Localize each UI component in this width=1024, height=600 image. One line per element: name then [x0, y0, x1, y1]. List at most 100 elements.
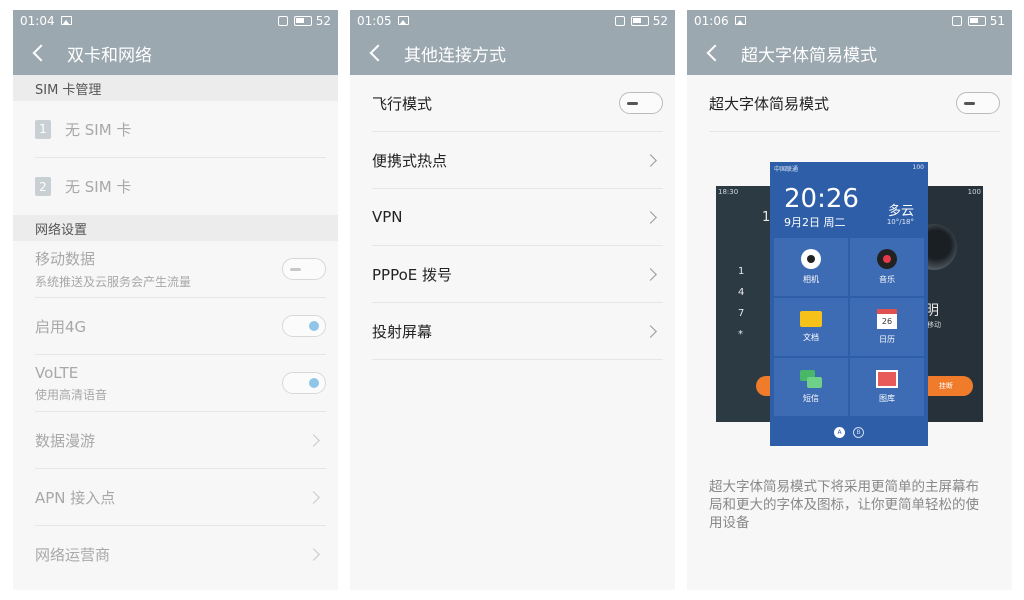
caller-partial-name: 明: [927, 303, 939, 319]
volte-sub: 使用高清语音: [35, 387, 108, 402]
status-bar: 01:06 51: [687, 10, 1012, 31]
title-bar: 其他连接方式: [350, 31, 675, 75]
gallery-icon: [876, 370, 898, 388]
enable-4g-row[interactable]: 启用4G: [35, 298, 326, 355]
mobile-data-sub: 系统推送及云服务会产生流量: [35, 275, 192, 289]
battery-level: 52: [652, 13, 668, 28]
sim-slot-1[interactable]: 1 无 SIM 卡: [35, 101, 326, 158]
title-bar: 超大字体简易模式: [687, 31, 1012, 75]
network-operator-label: 网络运营商: [35, 546, 111, 564]
dialer-digit: 4: [738, 287, 745, 298]
volte-row[interactable]: VoLTE 使用高清语音: [35, 355, 326, 412]
screen-other-connections: 01:05 52 其他连接方式 飞行模式 便携式热点 VPN PPPoE 拨号 …: [350, 10, 675, 590]
status-time: 01:05: [357, 13, 392, 28]
title-bar: 双卡和网络: [13, 31, 338, 75]
battery-icon: [293, 15, 312, 26]
status-bar: 01:05 52: [350, 10, 675, 31]
mobile-data-toggle[interactable]: [282, 258, 326, 280]
preview-signal: 100: [912, 164, 924, 171]
music-icon: [877, 249, 897, 269]
dialer-digit: *: [738, 329, 743, 340]
sim-slot-label: 无 SIM 卡: [65, 178, 132, 196]
hotspot-label: 便携式热点: [372, 151, 448, 170]
sim-status-icon: [277, 15, 288, 26]
sim-slot-badge: 2: [35, 177, 51, 196]
calendar-icon: 26: [877, 309, 897, 329]
vpn-row[interactable]: VPN: [372, 189, 663, 246]
apn-row[interactable]: APN 接入点: [35, 469, 326, 526]
screen-cast-row[interactable]: 投射屏幕: [372, 303, 663, 360]
dialer-time: 18:30: [718, 188, 739, 196]
battery-icon: [630, 15, 649, 26]
preview-call-phone: 100 明 移动 挂断: [927, 186, 983, 422]
chevron-right-icon: [644, 153, 657, 167]
message-icon: [800, 370, 822, 388]
battery-icon: [967, 15, 986, 26]
dialer-digit: 1: [738, 266, 745, 277]
image-notification-icon: [397, 16, 409, 25]
page-title: 其他连接方式: [404, 45, 506, 66]
tile-camera: 相机: [774, 238, 848, 296]
tile-music: 音乐: [850, 238, 924, 296]
chevron-right-icon: [307, 548, 320, 561]
airplane-mode-row[interactable]: 飞行模式: [372, 75, 663, 132]
data-roaming-label: 数据漫游: [35, 431, 96, 450]
airplane-mode-label: 飞行模式: [372, 94, 433, 113]
simple-mode-preview: 18:30 1 1 4 7 * 100 明 移动 挂断 中国联通 100 20:…: [687, 162, 1012, 446]
back-arrow-icon[interactable]: [706, 44, 724, 62]
preview-launcher-phone: 中国联通 100 20:26 9月2日 周二 多云 10°/18° 相机 音乐 …: [770, 162, 928, 446]
screen-simple-mode: 01:06 51 超大字体简易模式 超大字体简易模式 18:30 1 1 4 7…: [687, 10, 1012, 590]
mobile-data-label: 移动数据: [35, 250, 96, 268]
tile-gallery: 图库: [850, 358, 924, 416]
sim-status-icon: [951, 15, 962, 26]
tile-messages: 短信: [774, 358, 848, 416]
back-arrow-icon[interactable]: [369, 44, 387, 62]
preview-carrier: 中国联通: [774, 166, 799, 173]
volte-label: VoLTE: [35, 363, 79, 382]
tile-label: 相机: [803, 275, 819, 284]
volte-toggle[interactable]: [282, 372, 326, 394]
data-roaming-row[interactable]: 数据漫游: [35, 412, 326, 469]
simple-mode-description: 超大字体简易模式下将采用更简单的主屏幕布局和更大的字体及图标，让你更简单轻松的使…: [709, 479, 979, 531]
dialer-digit: 7: [738, 308, 745, 319]
enable-4g-toggle[interactable]: [282, 315, 326, 337]
page-dot-b: B: [853, 427, 864, 438]
hangup-label: 挂断: [939, 382, 953, 390]
connection-list: 飞行模式 便携式热点 VPN PPPoE 拨号 投射屏幕: [350, 75, 675, 360]
simple-mode-toggle[interactable]: [956, 92, 1000, 114]
preview-temperature: 10°/18°: [886, 218, 914, 226]
back-arrow-icon[interactable]: [32, 44, 50, 62]
sim-section-header: SIM 卡管理: [13, 75, 338, 101]
folder-icon: [800, 311, 822, 327]
airplane-mode-toggle[interactable]: [619, 92, 663, 114]
enable-4g-label: 启用4G: [35, 317, 87, 336]
sim-slot-2[interactable]: 2 无 SIM 卡: [35, 158, 326, 215]
hotspot-row[interactable]: 便携式热点: [372, 132, 663, 189]
caller-avatar: [927, 224, 957, 270]
image-notification-icon: [734, 16, 746, 25]
chevron-right-icon: [307, 433, 320, 447]
tile-label: 文档: [803, 333, 819, 342]
preview-date: 9月2日 周二: [784, 216, 846, 229]
screen-cast-label: 投射屏幕: [372, 322, 433, 341]
preview-weather: 多云: [887, 204, 914, 219]
call-signal: 100: [967, 188, 981, 196]
network-operator-row[interactable]: 网络运营商: [35, 526, 326, 583]
sim-slot-badge: 1: [35, 119, 51, 139]
sim-slot-label: 无 SIM 卡: [65, 120, 132, 139]
tile-label: 音乐: [879, 275, 895, 284]
status-time: 01:06: [694, 13, 729, 28]
tile-label: 短信: [803, 394, 819, 403]
preview-clock: 20:26: [784, 184, 859, 214]
battery-level: 51: [989, 13, 1005, 28]
hangup-button: 挂断: [927, 376, 973, 396]
mobile-data-row[interactable]: 移动数据 系统推送及云服务会产生流量: [35, 241, 326, 298]
status-time: 01:04: [20, 13, 55, 28]
simple-mode-row[interactable]: 超大字体简易模式: [709, 75, 1000, 132]
pppoe-row[interactable]: PPPoE 拨号: [372, 246, 663, 303]
image-notification-icon: [60, 16, 72, 25]
apn-label: APN 接入点: [35, 488, 116, 507]
page-title: 双卡和网络: [67, 45, 152, 66]
page-title: 超大字体简易模式: [741, 45, 877, 66]
screen-dual-sim-network: 01:04 52 双卡和网络 SIM 卡管理 1 无 SIM 卡 2 无 SIM…: [13, 10, 338, 590]
